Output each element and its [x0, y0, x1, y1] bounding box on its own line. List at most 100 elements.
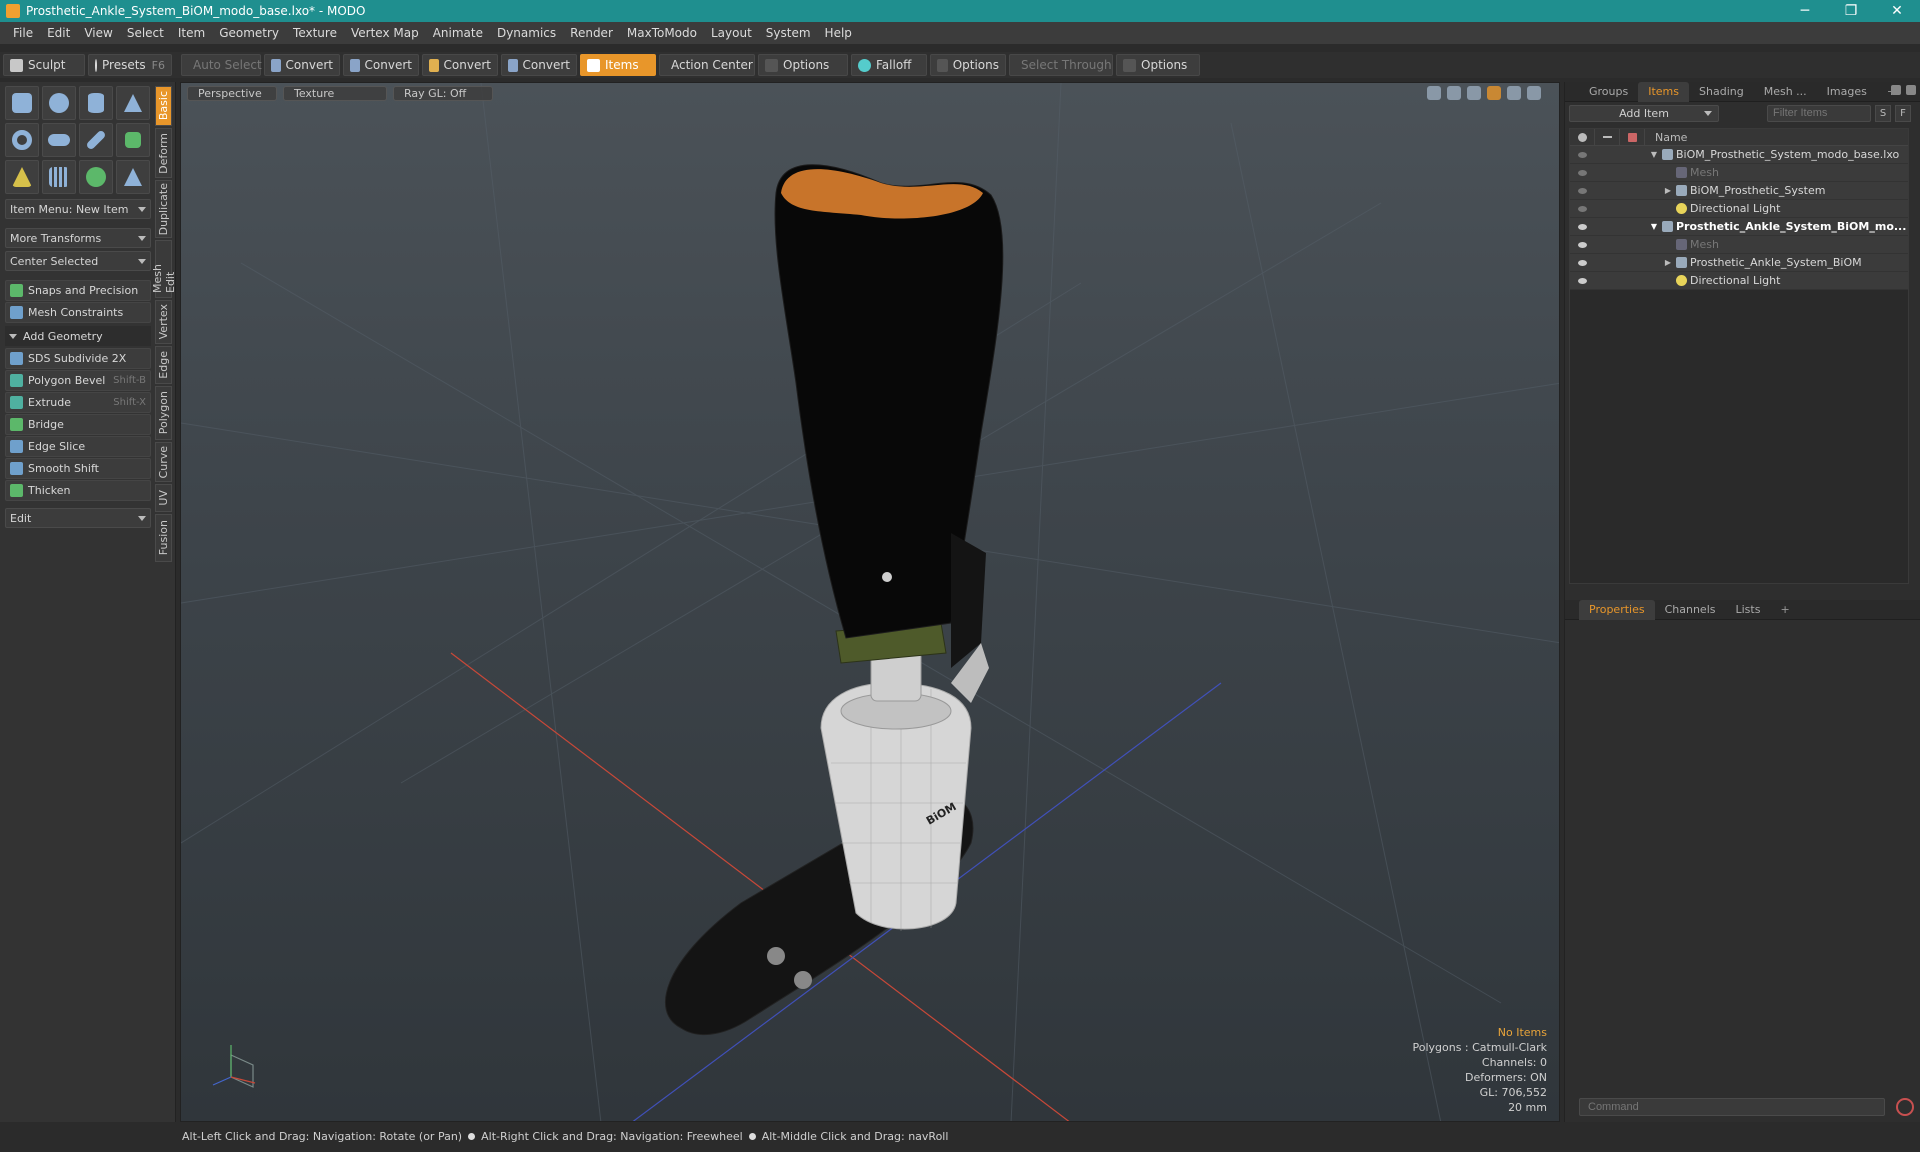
cylinder-tool[interactable]	[79, 86, 113, 120]
tab-edge[interactable]: Edge	[155, 346, 172, 384]
pan-icon[interactable]	[1427, 86, 1441, 100]
texture-shading-button[interactable]: Texture	[283, 85, 387, 101]
tree-row[interactable]: ▼ Prosthetic_Ankle_System_BiOM_mo...	[1570, 218, 1908, 236]
viewport-scene[interactable]: BiOM	[181, 83, 1560, 1122]
close-button[interactable]: ✕	[1874, 0, 1920, 22]
edit-dropdown[interactable]: Edit	[5, 508, 151, 528]
tree-row[interactable]: ▼ BiOM_Prosthetic_System_modo_base.lxo	[1570, 146, 1908, 164]
menu-vertex-map[interactable]: Vertex Map	[344, 26, 426, 40]
tree-row[interactable]: ▶ Prosthetic_Ankle_System_BiOM	[1570, 254, 1908, 272]
sculpt-button[interactable]: Sculpt	[3, 54, 85, 76]
convert-edges-button[interactable]: Convert	[343, 54, 419, 76]
select-through-options-button[interactable]: Options	[1116, 54, 1200, 76]
sds-subdivide-button[interactable]: SDS Subdivide 2X	[5, 348, 151, 369]
tree-row[interactable]: Directional Light	[1570, 272, 1908, 290]
items-mode-button[interactable]: Items	[580, 54, 656, 76]
visibility-toggle[interactable]	[1570, 223, 1595, 230]
tab-images[interactable]: Images	[1817, 82, 1877, 102]
pyramid-tool[interactable]	[116, 160, 150, 194]
tree-row[interactable]: Mesh	[1570, 236, 1908, 254]
menu-texture[interactable]: Texture	[286, 26, 344, 40]
tab-duplicate[interactable]: Duplicate	[155, 180, 172, 238]
select-through-button[interactable]: Select Through	[1009, 54, 1113, 76]
tab-groups[interactable]: Groups	[1579, 82, 1638, 102]
expand-icon[interactable]	[1891, 85, 1901, 95]
menu-edit[interactable]: Edit	[40, 26, 77, 40]
gear-icon[interactable]	[1507, 86, 1521, 100]
menu-render[interactable]: Render	[563, 26, 620, 40]
visibility-toggle[interactable]	[1570, 169, 1595, 176]
lock-column[interactable]	[1595, 128, 1620, 146]
mesh-constraints-button[interactable]: Mesh Constraints	[5, 302, 151, 323]
menu-item[interactable]: Item	[171, 26, 212, 40]
tab-basic[interactable]: Basic	[155, 86, 172, 126]
menu-view[interactable]: View	[77, 26, 119, 40]
tree-row[interactable]: Directional Light	[1570, 200, 1908, 218]
center-selected-dropdown[interactable]: Center Selected	[5, 251, 151, 271]
cone-tool[interactable]	[116, 86, 150, 120]
item-menu-dropdown[interactable]: Item Menu: New Item	[5, 199, 151, 219]
tab-mesh[interactable]: Mesh ...	[1754, 82, 1817, 102]
grid-tool[interactable]	[42, 160, 76, 194]
more-transforms-dropdown[interactable]: More Transforms	[5, 228, 151, 248]
filter-f-button[interactable]: F	[1895, 104, 1911, 122]
snaps-precision-button[interactable]: Snaps and Precision	[5, 280, 151, 301]
add-tab-button[interactable]: +	[1770, 600, 1799, 620]
expand-triangle-icon[interactable]: ▼	[1649, 222, 1659, 231]
action-center-button[interactable]: Action Center	[659, 54, 755, 76]
extrude-button[interactable]: Extrude Shift-X	[5, 392, 151, 413]
menu-maxtomodo[interactable]: MaxToModo	[620, 26, 704, 40]
minimize-button[interactable]: ─	[1782, 0, 1828, 22]
command-input[interactable]	[1579, 1098, 1885, 1116]
tab-properties[interactable]: Properties	[1579, 599, 1655, 620]
cube-tool[interactable]	[5, 86, 39, 120]
expand-triangle-icon[interactable]: ▶	[1663, 186, 1673, 195]
zoom-icon[interactable]	[1467, 86, 1481, 100]
visibility-toggle[interactable]	[1570, 187, 1595, 194]
polygon-bevel-button[interactable]: Polygon Bevel Shift-B	[5, 370, 151, 391]
tab-polygon[interactable]: Polygon	[155, 386, 172, 440]
tab-deform[interactable]: Deform	[155, 128, 172, 178]
filter-items-input[interactable]	[1767, 104, 1871, 122]
menu-geometry[interactable]: Geometry	[212, 26, 286, 40]
tab-shading[interactable]: Shading	[1689, 82, 1754, 102]
visibility-toggle[interactable]	[1570, 277, 1595, 284]
tab-vertex[interactable]: Vertex	[155, 300, 172, 344]
tab-mesh-edit[interactable]: Mesh Edit	[151, 240, 177, 298]
tab-curve[interactable]: Curve	[155, 442, 172, 482]
pen-tool[interactable]	[79, 123, 113, 157]
falloff-options-button[interactable]: Options	[930, 54, 1006, 76]
menu-layout[interactable]: Layout	[704, 26, 759, 40]
text-tool[interactable]	[116, 123, 150, 157]
thicken-button[interactable]: Thicken	[5, 480, 151, 501]
gear-icon[interactable]	[1906, 85, 1916, 95]
menu-select[interactable]: Select	[120, 26, 171, 40]
visibility-column[interactable]	[1570, 128, 1595, 146]
sphere-tool[interactable]	[42, 86, 76, 120]
presets-button[interactable]: Presets F6	[88, 54, 172, 76]
add-item-button[interactable]: Add Item	[1569, 104, 1719, 122]
convert-materials-button[interactable]: Convert	[501, 54, 577, 76]
menu-dynamics[interactable]: Dynamics	[490, 26, 563, 40]
visibility-toggle[interactable]	[1570, 259, 1595, 266]
expand-triangle-icon[interactable]: ▶	[1663, 258, 1673, 267]
expand-arrow-icon[interactable]	[1527, 86, 1541, 100]
tree-row[interactable]: Mesh	[1570, 164, 1908, 182]
tab-lists[interactable]: Lists	[1726, 600, 1771, 620]
menu-animate[interactable]: Animate	[426, 26, 490, 40]
convert-vertices-button[interactable]: Convert	[264, 54, 340, 76]
tab-channels[interactable]: Channels	[1655, 600, 1726, 620]
smooth-shift-button[interactable]: Smooth Shift	[5, 458, 151, 479]
menu-system[interactable]: System	[759, 26, 818, 40]
visibility-toggle[interactable]	[1570, 151, 1595, 158]
rotate-icon[interactable]	[1447, 86, 1461, 100]
ray-gl-toggle[interactable]: Ray GL: Off	[393, 85, 493, 101]
falloff-button[interactable]: Falloff	[851, 54, 927, 76]
tab-uv[interactable]: UV	[155, 484, 172, 512]
convert-polygons-button[interactable]: Convert	[422, 54, 498, 76]
3d-viewport[interactable]: BiOM Perspective Texture Ray GL: Off No …	[180, 82, 1560, 1122]
tab-items[interactable]: Items	[1638, 81, 1690, 102]
action-center-options-button[interactable]: Options	[758, 54, 848, 76]
capsule-tool[interactable]	[42, 123, 76, 157]
expand-triangle-icon[interactable]: ▼	[1649, 150, 1659, 159]
